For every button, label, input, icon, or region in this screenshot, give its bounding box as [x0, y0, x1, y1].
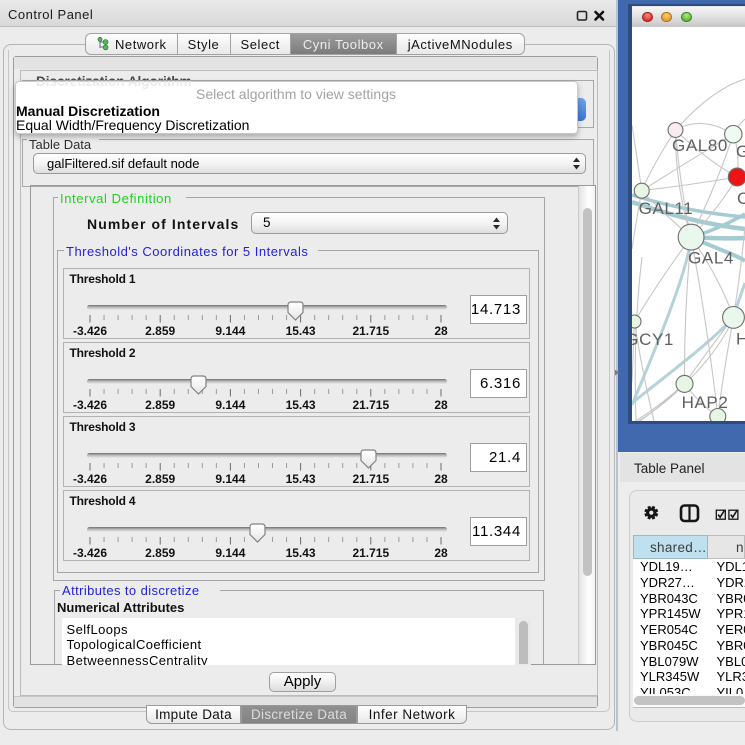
- svg-text:GAL4: GAL4: [688, 249, 734, 268]
- svg-text:H: H: [736, 330, 745, 349]
- svg-text:GAL11: GAL11: [639, 199, 694, 218]
- svg-text:GCY1: GCY1: [632, 330, 674, 349]
- svg-text:C: C: [737, 189, 745, 208]
- svg-text:HAP2: HAP2: [682, 393, 729, 412]
- svg-text:GAL80: GAL80: [672, 136, 728, 155]
- svg-text:GA: GA: [736, 142, 745, 161]
